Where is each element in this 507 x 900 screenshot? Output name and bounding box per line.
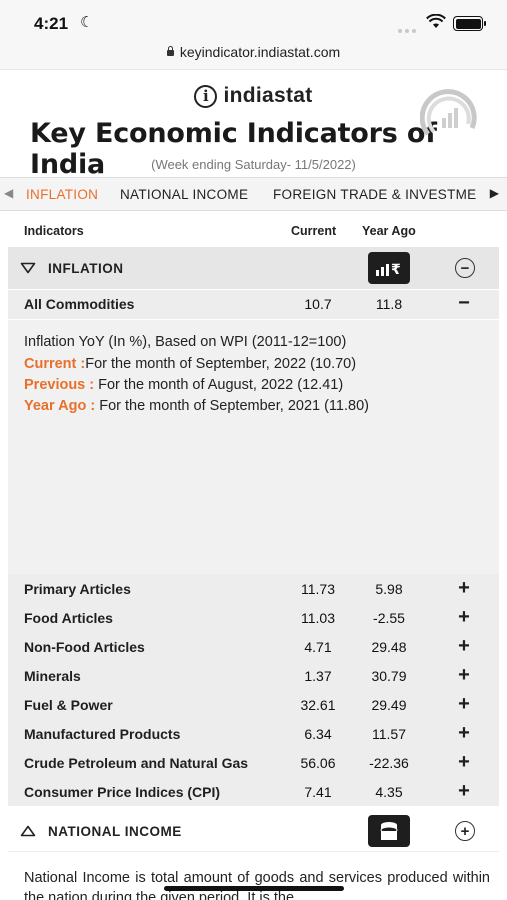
table-row[interactable]: Minerals 1.37 30.79 + (8, 662, 499, 691)
row-name: Food Articles (24, 610, 113, 626)
row-current: 6.34 (304, 726, 332, 742)
inflation-collapse-button[interactable]: − (455, 258, 475, 278)
table-row[interactable]: Non-Food Articles 4.71 29.48 + (8, 633, 499, 662)
dots-icon (398, 20, 419, 38)
section-national-income-label: NATIONAL INCOME (48, 824, 182, 839)
triangle-up-icon (20, 825, 36, 837)
row-name: Fuel & Power (24, 697, 113, 713)
svg-text:₹: ₹ (391, 262, 401, 278)
column-header: Indicators Current Year Ago (0, 224, 507, 244)
row-name: All Commodities (24, 296, 135, 312)
category-tabs: ◀ INFLATION NATIONAL INCOME FOREIGN TRAD… (0, 177, 507, 211)
info-icon: i (194, 84, 218, 108)
table-row[interactable]: Consumer Price Indices (CPI) 7.41 4.35 + (8, 778, 499, 807)
national-income-coins-icon[interactable] (368, 815, 410, 847)
national-income-description: National Income is total amount of goods… (24, 870, 490, 900)
row-year-ago: -2.55 (373, 610, 405, 626)
tabs-right-arrow-icon[interactable]: ▶ (490, 186, 499, 200)
url-bar[interactable]: keyindicator.indiastat.com (0, 44, 507, 70)
row-expand-icon[interactable]: + (456, 751, 472, 774)
row-current: 56.06 (300, 755, 336, 771)
row-name: Primary Articles (24, 581, 131, 597)
tab-foreign-trade[interactable]: FOREIGN TRADE & INVESTME (273, 187, 476, 202)
inflation-detail-panel: Inflation YoY (In %), Based on WPI (2011… (8, 320, 499, 574)
row-current: 32.61 (300, 697, 336, 713)
row-year-ago: 11.8 (375, 296, 403, 312)
row-collapse-icon[interactable]: − (456, 292, 472, 315)
detail-line-year-ago: Year Ago : For the month of September, 2… (24, 398, 369, 414)
row-expand-icon[interactable]: + (456, 606, 472, 629)
row-expand-icon[interactable]: + (456, 635, 472, 658)
col-current: Current (291, 224, 337, 238)
detail-line-description: Inflation YoY (In %), Based on WPI (2011… (24, 334, 347, 350)
lock-icon (166, 46, 174, 56)
status-bar: 4:21 ☾ (0, 0, 507, 44)
section-inflation-label: INFLATION (48, 261, 124, 276)
triangle-down-icon (20, 262, 36, 274)
row-current: 1.37 (304, 668, 332, 684)
row-name: Minerals (24, 668, 81, 684)
row-year-ago: 29.49 (371, 697, 407, 713)
row-year-ago: 5.98 (375, 581, 403, 597)
tab-national-income[interactable]: NATIONAL INCOME (120, 187, 248, 202)
brand-name: indiastat (223, 84, 313, 107)
week-ending: (Week ending Saturday- 11/5/2022) (151, 157, 356, 172)
inflation-chart-rupee-icon[interactable]: ₹ (368, 252, 410, 284)
row-expand-icon[interactable]: + (456, 722, 472, 745)
row-current: 11.03 (301, 610, 335, 626)
row-year-ago: -22.36 (369, 755, 409, 771)
status-time: 4:21 (34, 14, 69, 33)
row-current: 11.73 (301, 581, 335, 597)
section-inflation[interactable]: INFLATION ₹ − (8, 247, 499, 289)
row-current: 4.71 (304, 639, 332, 655)
detail-line-previous: Previous : For the month of August, 2022… (24, 377, 344, 393)
moon-icon: ☾ (80, 14, 94, 31)
table-row[interactable]: Primary Articles 11.73 5.98 + (8, 575, 499, 604)
row-current: 7.41 (304, 784, 332, 800)
row-year-ago: 29.48 (371, 639, 407, 655)
table-row[interactable]: Fuel & Power 32.61 29.49 + (8, 691, 499, 720)
row-year-ago: 30.79 (371, 668, 407, 684)
col-indicators: Indicators (24, 224, 84, 238)
row-name: Consumer Price Indices (CPI) (24, 784, 221, 800)
tab-inflation[interactable]: INFLATION (26, 187, 98, 202)
row-current: 10.7 (304, 296, 332, 312)
row-name: Crude Petroleum and Natural Gas (24, 755, 249, 771)
indiastat-logo-icon (420, 89, 477, 136)
row-name: Manufactured Products (24, 726, 181, 742)
col-year-ago: Year Ago (362, 224, 416, 238)
row-name: Non-Food Articles (24, 639, 145, 655)
table-row[interactable]: Manufactured Products 6.34 11.57 + (8, 720, 499, 749)
section-national-income[interactable]: NATIONAL INCOME + (8, 810, 499, 852)
national-income-expand-button[interactable]: + (455, 821, 475, 841)
row-expand-icon[interactable]: + (456, 577, 472, 600)
row-year-ago: 11.57 (372, 726, 406, 742)
battery-icon (453, 16, 486, 31)
wifi-icon (426, 14, 446, 28)
tabs-left-arrow-icon[interactable]: ◀ (4, 186, 13, 200)
row-expand-icon[interactable]: + (456, 664, 472, 687)
url-text: keyindicator.indiastat.com (179, 44, 341, 60)
table-row[interactable]: Crude Petroleum and Natural Gas 56.06 -22.… (8, 749, 499, 778)
detail-line-current: Current :For the month of September, 202… (24, 356, 357, 372)
home-indicator[interactable] (164, 886, 344, 891)
table-row[interactable]: Food Articles 11.03 -2.55 + (8, 604, 499, 633)
row-year-ago: 4.35 (375, 784, 403, 800)
row-expand-icon[interactable]: + (456, 693, 472, 716)
table-row-all-commodities[interactable]: All Commodities 10.7 11.8 − (8, 290, 499, 319)
row-expand-icon[interactable]: + (456, 780, 472, 803)
